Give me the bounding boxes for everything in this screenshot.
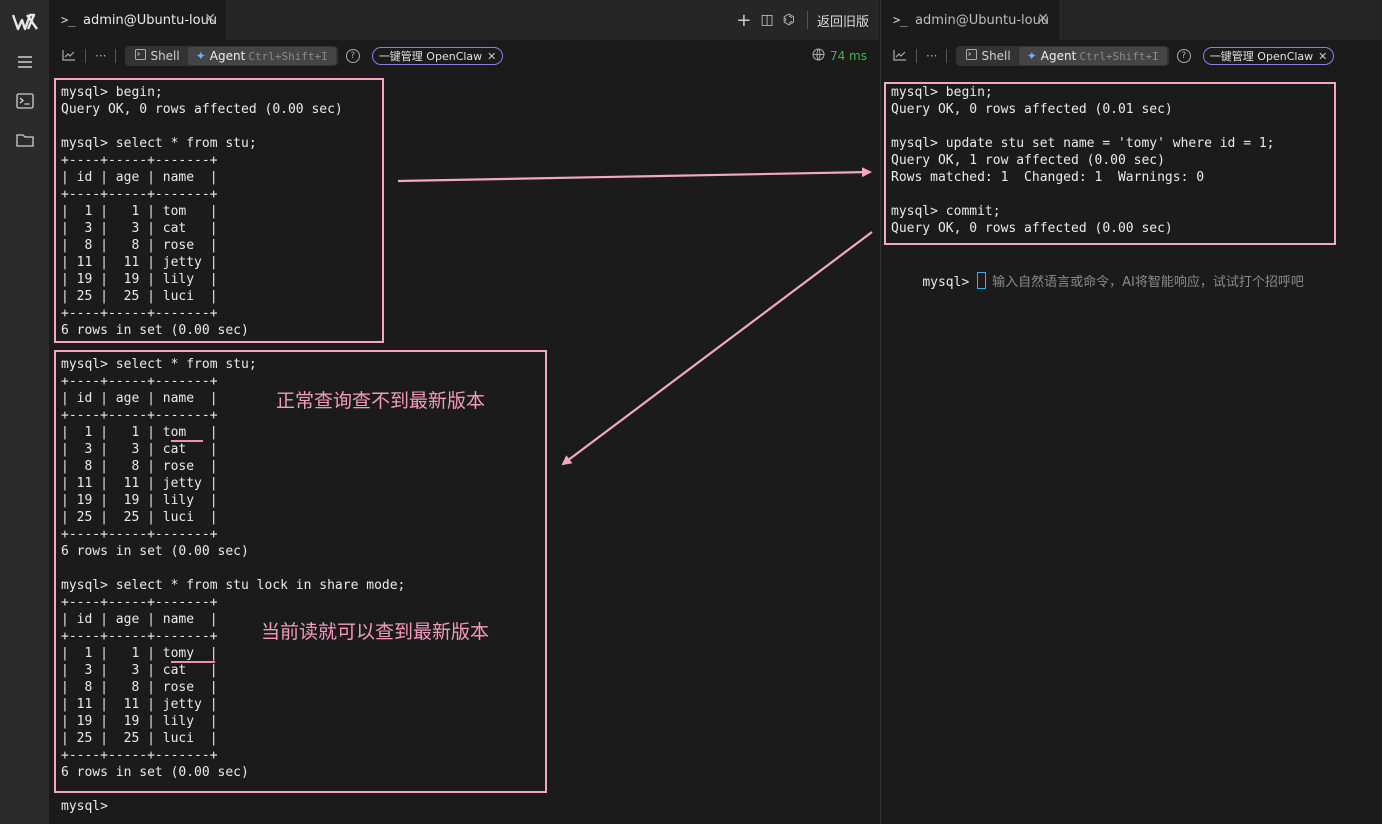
annotation-arrows xyxy=(397,167,873,466)
arrow-to-update xyxy=(397,167,872,183)
arrow-to-reads xyxy=(561,231,873,466)
